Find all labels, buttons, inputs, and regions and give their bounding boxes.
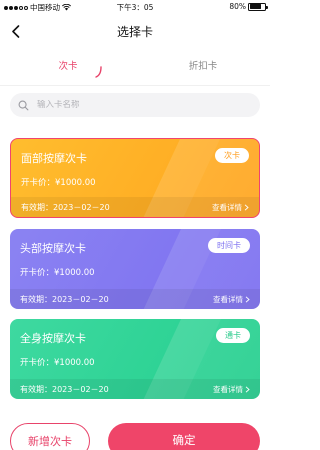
search-input[interactable] bbox=[37, 100, 237, 110]
card-footer: 有效期：2023－02－20 查看详情 bbox=[10, 379, 260, 399]
card-price: 开卡价：¥1000.00 bbox=[21, 178, 96, 188]
view-details-label: 查看详情 bbox=[213, 295, 243, 304]
view-details-link[interactable]: 查看详情 bbox=[212, 202, 249, 213]
search-box bbox=[10, 93, 260, 117]
card-name: 头部按摩次卡 bbox=[20, 242, 86, 255]
battery-fill bbox=[249, 4, 262, 9]
card-item-full-body-massage[interactable]: 全身按摩次卡 通卡 开卡价：¥1000.00 有效期：2023－02－20 查看… bbox=[10, 319, 260, 399]
confirm-button[interactable]: 确定 bbox=[108, 423, 260, 450]
battery-icon bbox=[248, 2, 268, 11]
card-footer: 有效期：2023－02－20 查看详情 bbox=[10, 289, 260, 309]
card-expiry: 有效期：2023－02－20 bbox=[21, 203, 110, 212]
status-right: 80% bbox=[229, 2, 268, 11]
card-type-badge: 时间卡 bbox=[208, 238, 250, 253]
page-title: 选择卡 bbox=[116, 25, 153, 39]
nav-bar: 选择卡 bbox=[0, 14, 270, 48]
bottom-action-bar: 新增次卡 确定 bbox=[0, 420, 270, 450]
card-name: 全身按摩次卡 bbox=[20, 332, 86, 345]
card-expiry: 有效期：2023－02－20 bbox=[20, 295, 109, 304]
card-type-badge: 通卡 bbox=[216, 328, 250, 343]
card-item-head-massage[interactable]: 头部按摩次卡 时间卡 开卡价：¥1000.00 有效期：2023－02－20 查… bbox=[10, 229, 260, 309]
chevron-right-icon bbox=[245, 296, 250, 303]
card-price: 开卡价：¥1000.00 bbox=[20, 268, 95, 278]
chevron-right-icon bbox=[244, 204, 249, 211]
battery-percent: 80% bbox=[229, 2, 246, 11]
tab-discount-card[interactable]: 折扣卡 bbox=[163, 58, 243, 72]
search-icon bbox=[18, 100, 29, 110]
view-details-label: 查看详情 bbox=[213, 385, 243, 394]
tab-bar: 次卡 折扣卡 bbox=[0, 52, 270, 86]
view-details-label: 查看详情 bbox=[212, 203, 242, 212]
status-bar: 中国移动 下午3：05 80% bbox=[0, 0, 270, 14]
card-type-badge: 次卡 bbox=[215, 148, 249, 163]
card-footer: 有效期：2023－02－20 查看详情 bbox=[11, 197, 259, 217]
card-item-face-massage[interactable]: 面部按摩次卡 次卡 开卡价：¥1000.00 有效期：2023－02－20 查看… bbox=[10, 138, 260, 218]
card-name: 面部按摩次卡 bbox=[21, 152, 87, 165]
view-details-link[interactable]: 查看详情 bbox=[213, 294, 250, 305]
add-card-button[interactable]: 新增次卡 bbox=[10, 423, 90, 450]
card-expiry: 有效期：2023－02－20 bbox=[20, 385, 109, 394]
tab-active-indicator bbox=[95, 66, 102, 78]
view-details-link[interactable]: 查看详情 bbox=[213, 384, 250, 395]
chevron-right-icon bbox=[245, 386, 250, 393]
card-price: 开卡价：¥1000.00 bbox=[20, 358, 95, 368]
